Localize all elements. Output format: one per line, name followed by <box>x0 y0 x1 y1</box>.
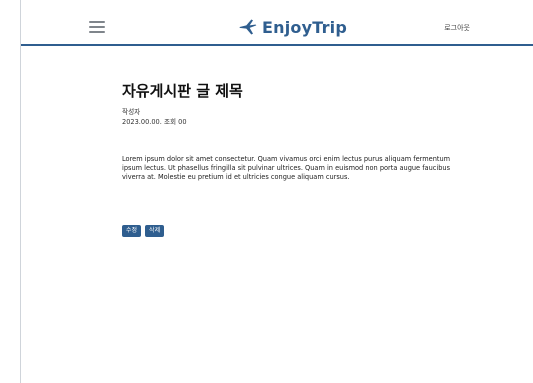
logout-link[interactable]: 로그아웃 <box>444 23 470 33</box>
site-logo[interactable]: EnjoyTrip <box>238 17 347 37</box>
edit-button[interactable]: 수정 <box>122 225 142 238</box>
delete-button[interactable]: 삭제 <box>145 225 165 238</box>
logo-text: EnjoyTrip <box>262 17 348 37</box>
post-title: 자유게시판 글 제목 <box>122 82 243 100</box>
hamburger-menu-icon[interactable] <box>89 21 105 33</box>
page-frame: EnjoyTrip 로그아웃 자유게시판 글 제목 작성자 2023.00.00… <box>20 0 533 383</box>
airplane-icon <box>239 19 257 35</box>
post-body: Lorem ipsum dolor sit amet consectetur. … <box>122 155 451 181</box>
post-meta: 작성자 2023.00.00. 조회 00 <box>122 108 477 127</box>
post-actions: 수정 삭제 <box>122 225 477 238</box>
post-date-views: 2023.00.00. 조회 00 <box>122 117 187 126</box>
post-content: 자유게시판 글 제목 작성자 2023.00.00. 조회 00 Lorem i… <box>122 82 477 238</box>
post-author: 작성자 <box>122 108 141 116</box>
top-navbar: EnjoyTrip 로그아웃 <box>21 0 533 46</box>
